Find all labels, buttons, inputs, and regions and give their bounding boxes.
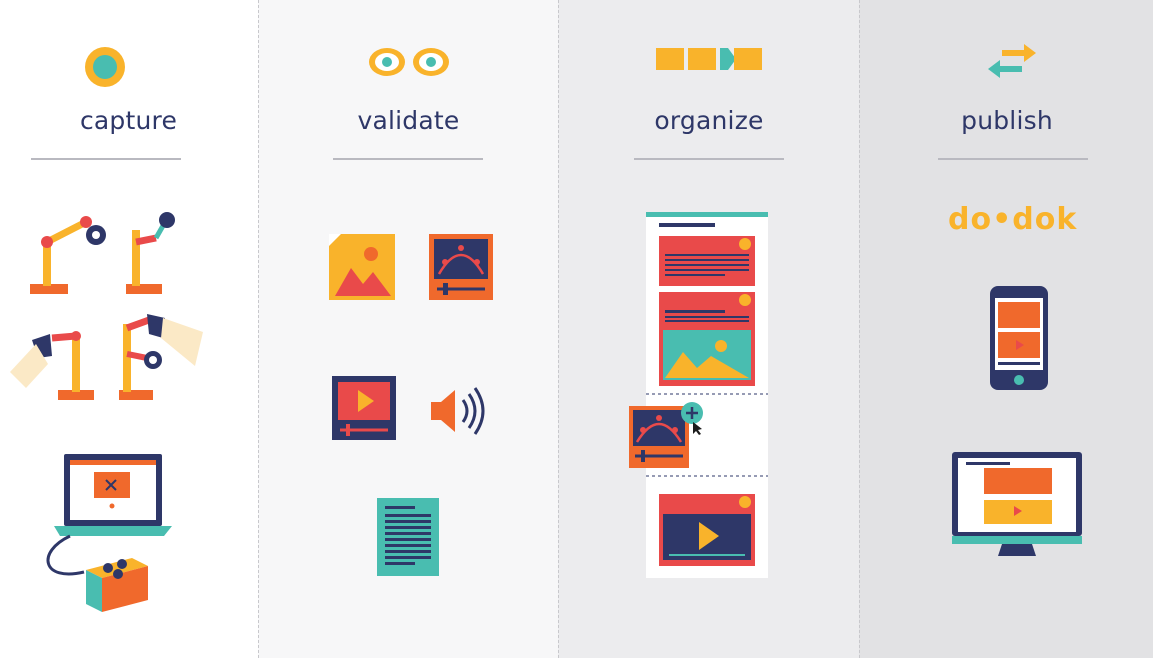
step-label-organize: organize <box>654 106 764 135</box>
divider <box>333 158 483 160</box>
column-capture: capture <box>0 0 257 658</box>
circle-icon <box>85 47 125 87</box>
column-publish: publish do•dok <box>859 0 1153 658</box>
dodok-logo: do•dok <box>948 202 1077 236</box>
divider <box>938 158 1088 160</box>
light-arm-icon <box>10 331 94 400</box>
video-icon <box>332 376 396 440</box>
smartphone-icon <box>990 286 1048 390</box>
blocks-icon <box>656 48 762 70</box>
eyes-icon <box>369 48 449 76</box>
graph-icon <box>429 234 493 300</box>
svg-text:do•dok: do•dok <box>948 202 1077 236</box>
column-organize: organize <box>558 0 859 658</box>
add-icon <box>681 402 703 435</box>
workflow-diagram: capture validate organize publish do•dok <box>0 0 1153 658</box>
light-camera-arm-icon <box>119 314 203 400</box>
step-label-publish: publish <box>961 106 1053 135</box>
divider <box>634 158 784 160</box>
step-label-capture: capture <box>79 106 178 135</box>
arrows-icon <box>988 44 1036 78</box>
camera-arm-icon <box>30 216 106 294</box>
text-document-icon <box>377 498 439 576</box>
audio-icon <box>431 387 485 435</box>
column-validate: validate <box>258 0 558 658</box>
divider <box>31 158 181 160</box>
step-label-validate: validate <box>357 106 460 135</box>
image-icon <box>329 234 395 300</box>
microphone-arm-icon <box>126 212 175 294</box>
laptop-capture-box-icon <box>46 454 172 612</box>
publication-layout <box>646 212 768 578</box>
desktop-monitor-icon <box>952 452 1082 556</box>
